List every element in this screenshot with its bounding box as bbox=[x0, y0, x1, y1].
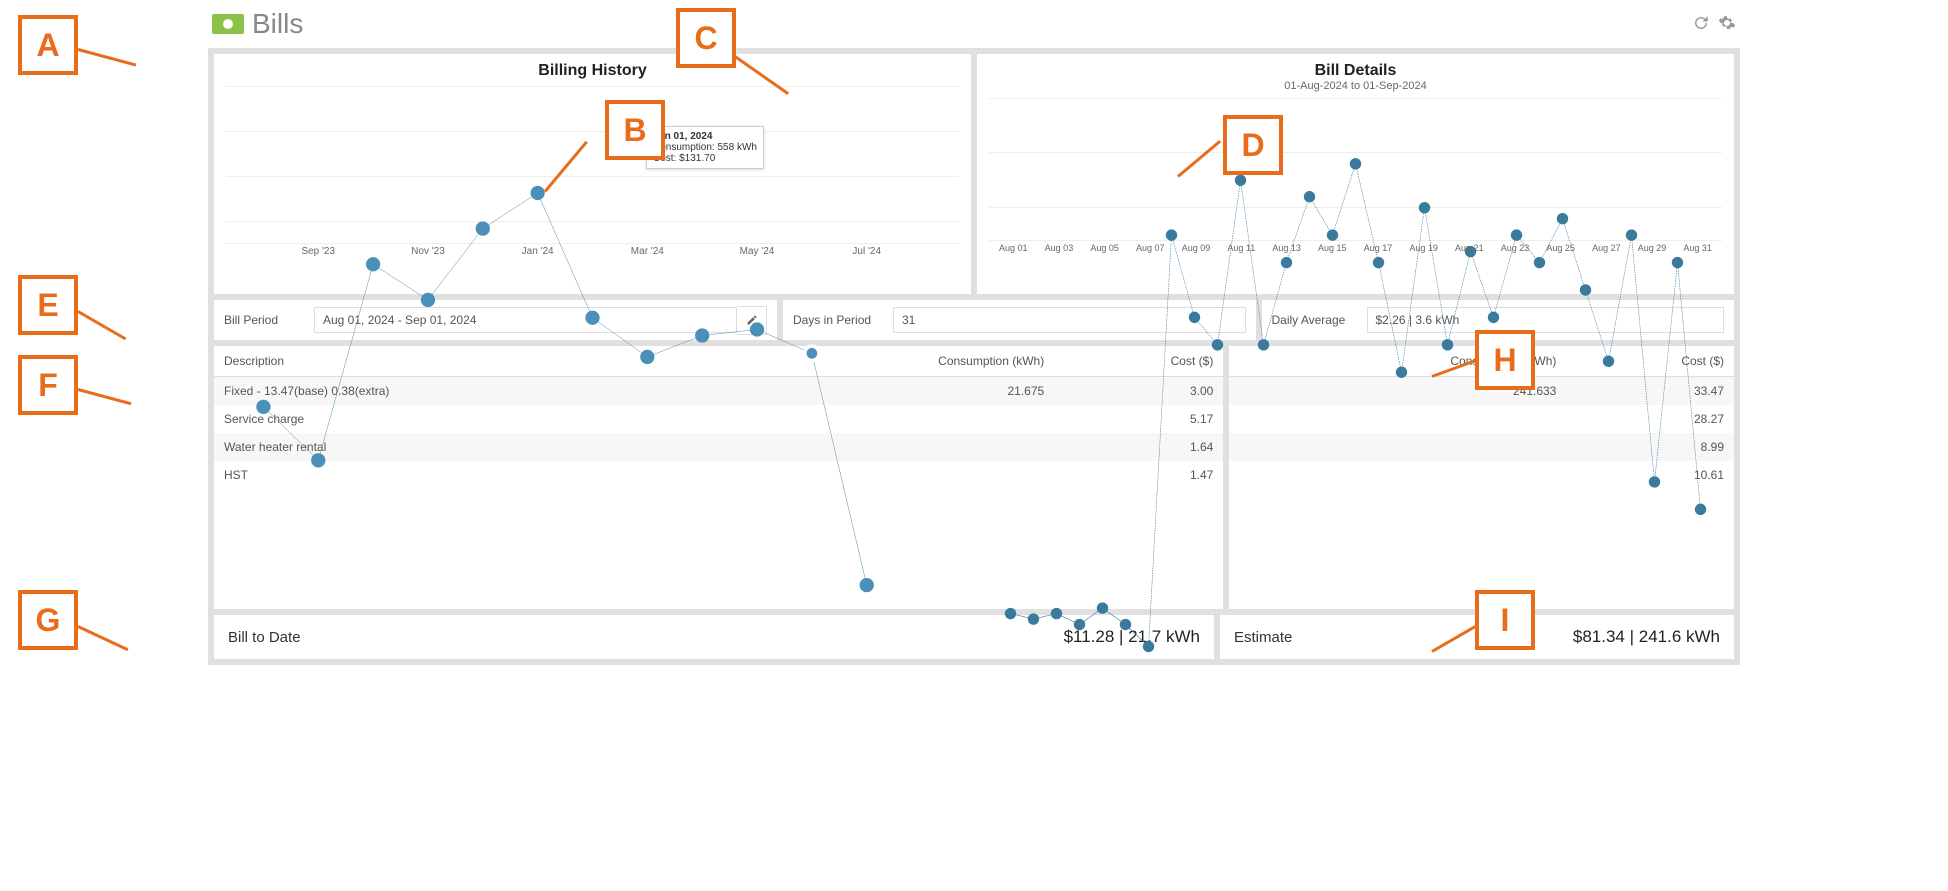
callout-i: I bbox=[1475, 590, 1535, 650]
chart-body: Aug 01Aug 03Aug 05Aug 07Aug 09Aug 11Aug … bbox=[989, 98, 1722, 263]
callout-g: G bbox=[18, 590, 78, 650]
callout-line bbox=[78, 388, 132, 405]
page-header: Bills bbox=[200, 0, 1748, 48]
refresh-icon[interactable] bbox=[1692, 14, 1710, 35]
callout-line bbox=[78, 48, 137, 66]
billing-history-chart[interactable]: Billing History Sep '23Nov '23Jan '24Mar… bbox=[214, 54, 971, 294]
callout-a: A bbox=[18, 15, 78, 75]
callout-e: E bbox=[18, 275, 78, 335]
charts-row: Billing History Sep '23Nov '23Jan '24Mar… bbox=[214, 54, 1734, 294]
callout-b: B bbox=[605, 100, 665, 160]
callout-h: H bbox=[1475, 330, 1535, 390]
callout-line bbox=[77, 310, 126, 340]
page-title: Bills bbox=[252, 8, 303, 40]
chart-subtitle: 01-Aug-2024 to 01-Sep-2024 bbox=[989, 80, 1722, 92]
bills-page: Bills Billing History Sep '23Nov '23Jan … bbox=[200, 0, 1748, 891]
chart-body: Sep '23Nov '23Jan '24Mar '24May '24Jul '… bbox=[226, 86, 959, 266]
callout-line bbox=[77, 625, 128, 651]
bill-icon bbox=[212, 14, 244, 34]
callout-c: C bbox=[676, 8, 736, 68]
header-actions bbox=[1692, 14, 1736, 35]
gear-icon[interactable] bbox=[1718, 14, 1736, 35]
chart-title: Bill Details bbox=[989, 62, 1722, 80]
callout-f: F bbox=[18, 355, 78, 415]
callout-d: D bbox=[1223, 115, 1283, 175]
chart-title: Billing History bbox=[226, 62, 959, 80]
bill-details-chart[interactable]: Bill Details 01-Aug-2024 to 01-Sep-2024 … bbox=[977, 54, 1734, 294]
